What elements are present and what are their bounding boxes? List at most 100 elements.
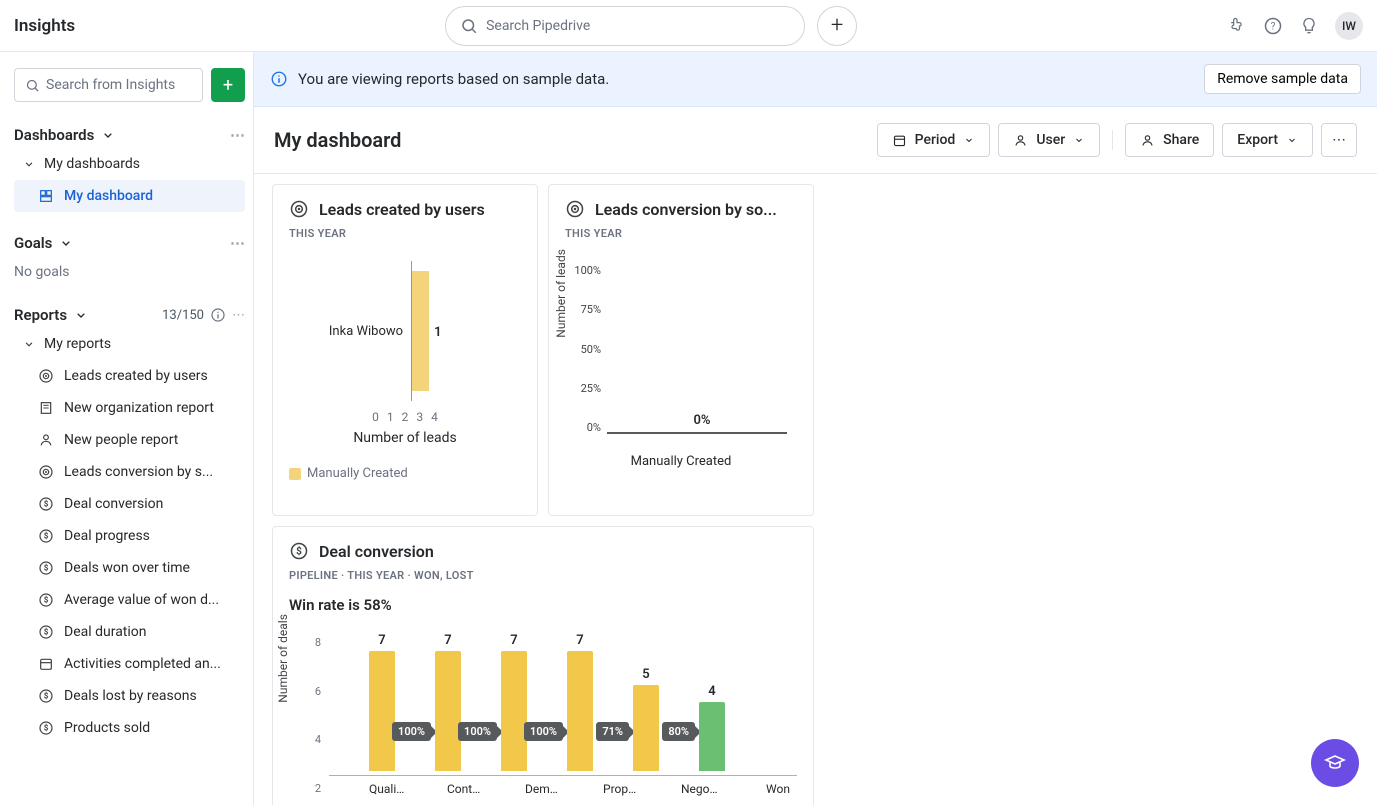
card-title: Leads created by users xyxy=(319,200,485,219)
sidebar-item-label: Deal conversion xyxy=(64,496,163,512)
reports-count: 13/150 xyxy=(162,308,204,323)
report-icon xyxy=(38,528,54,544)
search-icon xyxy=(460,17,478,35)
dashboard-title: My dashboard xyxy=(274,128,401,152)
calendar-icon xyxy=(892,133,907,148)
report-icon xyxy=(38,432,54,448)
target-icon xyxy=(565,199,585,219)
sidebar-item-label: New people report xyxy=(64,432,178,448)
chart-bar: 7100% xyxy=(435,651,461,771)
add-button[interactable]: + xyxy=(817,6,857,46)
chart-category: Manually Created xyxy=(565,454,797,469)
chart-bar: 7100% xyxy=(501,651,527,771)
report-icon xyxy=(38,720,54,736)
my-dashboards-group[interactable]: My dashboards xyxy=(14,148,245,180)
no-goals-text: No goals xyxy=(14,256,245,288)
share-button[interactable]: Share xyxy=(1125,123,1214,157)
period-button[interactable]: Period xyxy=(877,123,991,157)
card-title: Leads conversion by so... xyxy=(595,200,777,219)
chart-bar: 771% xyxy=(567,651,593,771)
sidebar-item-report[interactable]: Deals lost by reasons xyxy=(14,680,245,712)
chart-value: 0% xyxy=(693,413,710,428)
user-button[interactable]: User xyxy=(998,123,1100,157)
user-avatar[interactable]: IW xyxy=(1335,12,1363,40)
chart-xlabel: Number of leads xyxy=(289,430,521,446)
sidebar-item-label: Leads conversion by s... xyxy=(64,464,213,480)
my-reports-group[interactable]: My reports xyxy=(14,328,245,360)
chart-bar xyxy=(412,271,429,391)
report-icon xyxy=(38,368,54,384)
sidebar-item-report[interactable]: Deal progress xyxy=(14,520,245,552)
dashboards-section[interactable]: Dashboards ⋯ xyxy=(14,122,245,148)
sidebar-item-report[interactable]: Deal duration xyxy=(14,616,245,648)
insights-search[interactable]: Search from Insights xyxy=(14,68,203,102)
report-icon xyxy=(38,688,54,704)
app-title: Insights xyxy=(14,16,75,36)
goals-section[interactable]: Goals ⋯ xyxy=(14,230,245,256)
sidebar-item-report[interactable]: Deal conversion xyxy=(14,488,245,520)
goals-menu-icon[interactable]: ⋯ xyxy=(230,234,245,252)
sidebar-item-label: Deals won over time xyxy=(64,560,190,576)
help-icon[interactable] xyxy=(1263,16,1283,36)
sidebar-item-report[interactable]: Leads created by users xyxy=(14,360,245,392)
card-meta: THIS YEAR xyxy=(289,227,521,240)
info-icon xyxy=(270,70,288,88)
card-leads-users[interactable]: Leads created by users THIS YEAR Inka Wi… xyxy=(272,184,538,516)
dollar-icon xyxy=(289,541,309,561)
my-reports-label: My reports xyxy=(44,336,111,352)
sidebar-item-report[interactable]: Activities completed an... xyxy=(14,648,245,680)
win-rate-text: Win rate is 58% xyxy=(289,596,797,614)
chart-bar: 7100% xyxy=(369,651,395,771)
person-icon xyxy=(1013,133,1028,148)
reports-menu-icon[interactable]: ⋯ xyxy=(232,308,245,323)
tips-icon[interactable] xyxy=(1299,16,1319,36)
export-button[interactable]: Export xyxy=(1222,123,1313,157)
target-icon xyxy=(289,199,309,219)
chart-xticks: 01234 xyxy=(289,410,521,424)
reports-label: Reports xyxy=(14,306,67,324)
dashboards-menu-icon[interactable]: ⋯ xyxy=(230,126,245,144)
sidebar-item-label: New organization report xyxy=(64,400,214,416)
card-meta: THIS YEAR xyxy=(565,227,797,240)
card-meta: PIPELINE · THIS YEAR · WON, LOST xyxy=(289,569,797,582)
sidebar-item-report[interactable]: Average value of won d... xyxy=(14,584,245,616)
my-dashboards-label: My dashboards xyxy=(44,156,140,172)
chevron-down-icon xyxy=(73,307,89,323)
report-icon xyxy=(38,592,54,608)
chart-yticks: 100%75%50%25%0% xyxy=(567,264,601,434)
sidebar-item-report[interactable]: Products sold xyxy=(14,712,245,744)
remove-sample-data-button[interactable]: Remove sample data xyxy=(1204,64,1361,94)
more-button[interactable]: ⋯ xyxy=(1321,123,1357,157)
chart-legend: Manually Created xyxy=(289,466,521,481)
integrations-icon[interactable] xyxy=(1227,16,1247,36)
insights-search-placeholder: Search from Insights xyxy=(46,77,175,93)
reports-section[interactable]: Reports 13/150 ⋯ xyxy=(14,302,245,328)
sidebar-item-my-dashboard[interactable]: My dashboard xyxy=(14,180,245,212)
sidebar-item-label: Leads created by users xyxy=(64,368,208,384)
new-report-button[interactable]: + xyxy=(211,68,245,102)
chevron-down-icon xyxy=(58,235,74,251)
card-title: Deal conversion xyxy=(319,542,434,561)
global-search-placeholder: Search Pipedrive xyxy=(486,18,590,34)
sidebar-item-label: Deal duration xyxy=(64,624,147,640)
sidebar-item-report[interactable]: New people report xyxy=(14,424,245,456)
report-icon xyxy=(38,400,54,416)
sidebar-item-label: Deals lost by reasons xyxy=(64,688,197,704)
global-search[interactable]: Search Pipedrive xyxy=(445,6,805,46)
chevron-down-icon xyxy=(22,337,36,351)
academy-button[interactable] xyxy=(1311,739,1359,787)
sidebar-item-report[interactable]: Deals won over time xyxy=(14,552,245,584)
sidebar-item-report[interactable]: Leads conversion by s... xyxy=(14,456,245,488)
chart-category: Inka Wibowo xyxy=(329,324,403,339)
goals-label: Goals xyxy=(14,234,52,252)
dashboard-icon xyxy=(38,188,54,204)
card-deal-conversion[interactable]: Deal conversion PIPELINE · THIS YEAR · W… xyxy=(272,526,814,805)
report-icon xyxy=(38,624,54,640)
academy-icon xyxy=(1323,751,1347,775)
sidebar-item-report[interactable]: New organization report xyxy=(14,392,245,424)
card-leads-conversion[interactable]: Leads conversion by so... THIS YEAR Numb… xyxy=(548,184,814,516)
report-icon xyxy=(38,656,54,672)
chevron-down-icon xyxy=(100,127,116,143)
info-icon[interactable] xyxy=(210,307,226,323)
chart-categories: QualifiedContact...Demo Sc...Proposa...N… xyxy=(329,782,797,796)
